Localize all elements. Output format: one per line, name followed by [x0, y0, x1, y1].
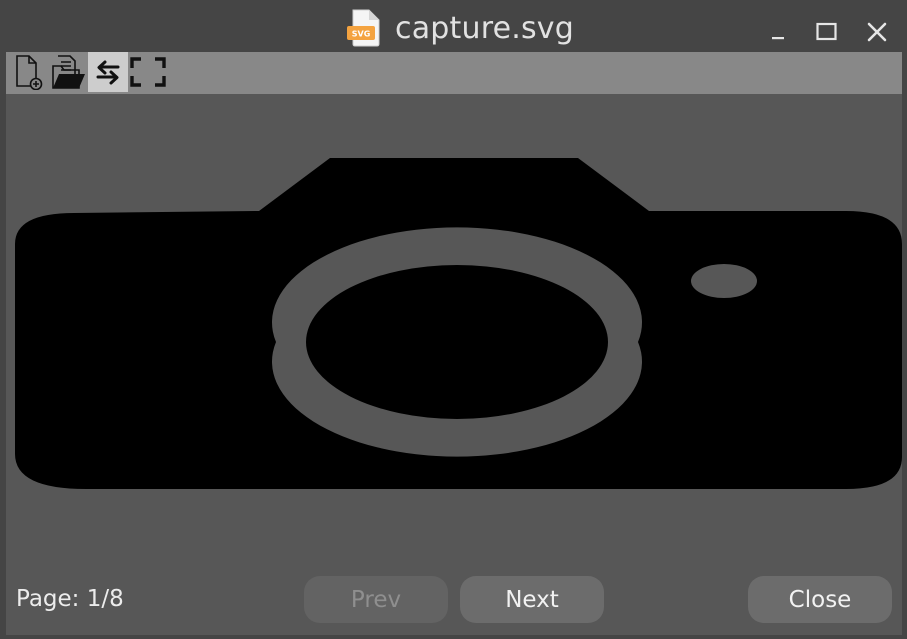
next-button[interactable]: Next — [460, 576, 604, 623]
camera-icon — [15, 158, 902, 489]
swap-arrows-icon — [96, 60, 120, 85]
close-window-button[interactable] — [859, 14, 895, 50]
minimize-button[interactable] — [760, 14, 796, 50]
close-button[interactable]: Close — [748, 576, 892, 623]
close-icon — [867, 22, 887, 42]
swap-button[interactable] — [88, 52, 128, 92]
open-folder-icon — [52, 55, 85, 89]
new-file-icon — [16, 55, 43, 90]
window-title: capture.svg — [395, 10, 574, 46]
svg-file-icon: SVG — [347, 9, 380, 47]
maximize-button[interactable] — [809, 14, 845, 50]
open-file-button[interactable] — [48, 52, 88, 92]
maximize-icon — [816, 22, 837, 41]
fullscreen-button[interactable] — [128, 52, 168, 92]
svg-file-badge-text: SVG — [352, 30, 371, 39]
minimize-icon — [772, 37, 784, 40]
title-bar: SVG capture.svg — [0, 0, 907, 52]
new-file-button[interactable] — [8, 52, 48, 92]
prev-button[interactable]: Prev — [304, 576, 448, 623]
svg-viewer-window: SVG capture.svg Page: 1/8 Prev Next Clos… — [0, 0, 907, 639]
page-indicator: Page: 1/8 — [16, 586, 124, 612]
toolbar — [6, 52, 902, 94]
fullscreen-icon — [130, 57, 166, 87]
window-title-group: SVG capture.svg — [347, 8, 574, 48]
svg-preview-canvas — [6, 94, 902, 635]
